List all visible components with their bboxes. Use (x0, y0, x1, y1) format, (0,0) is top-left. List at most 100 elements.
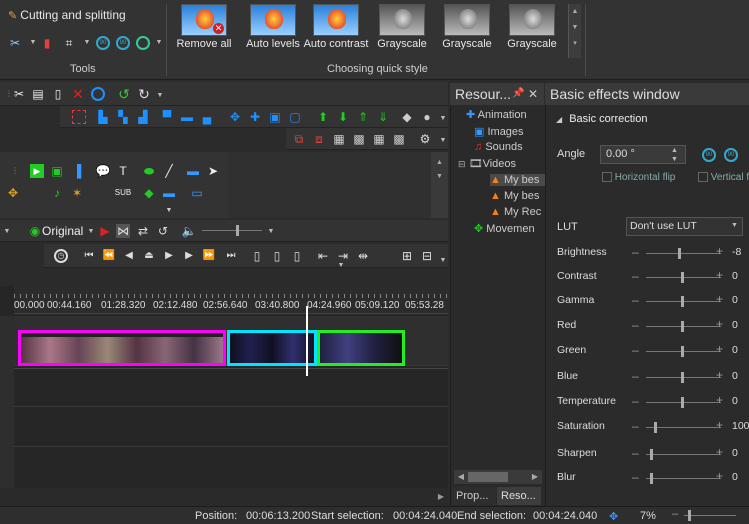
speech-icon[interactable]: 💬 (96, 164, 111, 178)
zoom-slider-thumb[interactable] (688, 510, 691, 521)
crop-icon[interactable]: ⌗ (62, 36, 76, 50)
prev-frame-icon[interactable]: ◀ (122, 249, 136, 263)
redo-icon[interactable]: ↻ (137, 87, 151, 101)
increase-icon[interactable]: + (716, 244, 723, 258)
dropdown-arrow-icon[interactable]: ▼ (152, 36, 166, 50)
effect-slider-thumb[interactable] (654, 422, 658, 433)
dropdown-arrow-icon[interactable]: ▼ (153, 89, 167, 103)
angle-input[interactable]: 0.00 ° ▲ ▼ (600, 145, 686, 164)
subtitle-icon[interactable]: SUB (115, 186, 131, 200)
increase-icon[interactable]: + (716, 268, 723, 282)
quick-style-grayscale-2[interactable]: Grayscale (436, 4, 498, 56)
play-red-icon[interactable]: ▶ (98, 224, 112, 238)
decrease-icon[interactable]: – (632, 318, 639, 332)
animation-icon[interactable]: ✶ (70, 186, 84, 200)
screen-icon[interactable]: ▬ (186, 164, 200, 178)
fit-icon[interactable]: ▣ (268, 110, 282, 124)
gallery-expand-icon[interactable]: ▾ (569, 36, 581, 52)
grid-3-icon[interactable]: ▦ (372, 132, 386, 146)
palette-scroll[interactable]: ▲ ▼ (431, 152, 448, 218)
select-all-icon[interactable] (72, 110, 86, 124)
zoom-out-icon[interactable]: – (672, 508, 678, 520)
rotate-right-icon[interactable]: 90 (724, 148, 738, 162)
tree-item-video-2[interactable]: ▲ My bes (490, 190, 539, 202)
fit-zoom-icon[interactable]: ✥ (609, 510, 618, 523)
cut-icon[interactable]: ✂ (12, 87, 26, 101)
timeline-clip-2[interactable] (227, 330, 317, 366)
effect-slider-thumb[interactable] (681, 296, 684, 307)
tab-resources[interactable]: Reso... (497, 487, 541, 505)
stretch-v-icon[interactable]: ✚ (248, 110, 262, 124)
collapse-arrow-icon[interactable]: ◢ (556, 115, 562, 124)
lut-select[interactable]: Don't use LUT ▼ (626, 217, 743, 236)
cutting-splitting-button[interactable]: ✎ Cutting and splitting (8, 8, 126, 22)
decrease-icon[interactable]: – (632, 446, 639, 460)
wrench-icon[interactable]: ✂ (8, 36, 22, 50)
vertical-flip-checkbox[interactable]: Vertical fl (698, 172, 749, 183)
gallery-up-icon[interactable]: ▲ (569, 4, 581, 20)
tree-item-movement[interactable]: ✥ Movemen (474, 222, 535, 235)
playhead[interactable] (306, 306, 308, 376)
effect-slider-thumb[interactable] (649, 473, 653, 484)
tree-item-animation[interactable]: ✚ Animation (466, 108, 527, 121)
play-icon[interactable]: ▶ (162, 249, 176, 263)
rotate-right-icon[interactable]: 90 (116, 36, 130, 50)
decrease-icon[interactable]: – (632, 293, 639, 307)
align-top-icon[interactable]: ▀ (160, 110, 174, 124)
gear-icon[interactable]: ⚙ (418, 132, 432, 146)
pin-icon[interactable]: 📌 (512, 83, 524, 105)
clip-icon[interactable]: ▮ (40, 36, 54, 50)
freeform-icon[interactable]: ◆ (142, 186, 156, 200)
pointer-icon[interactable]: ➤ (206, 164, 220, 178)
move-top-icon[interactable]: ⇑ (356, 110, 370, 124)
effect-slider-track[interactable] (646, 478, 721, 479)
increase-icon[interactable]: + (716, 469, 723, 483)
effect-slider-thumb[interactable] (677, 248, 681, 259)
last-frame-icon[interactable]: ⏭ (224, 249, 238, 263)
align-center-icon[interactable]: ▚ (116, 110, 130, 124)
group-icon[interactable]: ● (420, 110, 434, 124)
dropdown-arrow-icon[interactable]: ▼ (436, 112, 450, 126)
collapse-icon[interactable]: ⊟ (458, 159, 466, 169)
increase-icon[interactable]: + (716, 342, 723, 356)
next-frame-icon[interactable]: ▶ (182, 249, 196, 263)
quick-style-remove-all[interactable]: ✕ Remove all (173, 4, 235, 56)
zoom-out-icon[interactable]: ⊟ (420, 249, 434, 263)
palette-down-icon[interactable]: ▼ (431, 170, 448, 184)
effect-slider-thumb[interactable] (681, 397, 684, 408)
rotate-left-icon[interactable]: 90 (702, 148, 716, 162)
quick-style-grayscale-3[interactable]: Grayscale (501, 4, 563, 56)
fill-icon[interactable]: ▢ (288, 110, 302, 124)
dropdown-arrow-icon[interactable]: ▼ (80, 36, 94, 50)
resources-hscroll[interactable]: ◀ ▶ (454, 470, 542, 484)
decrease-icon[interactable]: – (632, 470, 639, 484)
decrease-icon[interactable]: – (632, 343, 639, 357)
dropdown-arrow-icon[interactable]: ▼ (436, 134, 450, 148)
view-mode-select[interactable]: Original (42, 224, 83, 238)
marker-icon[interactable]: ▯ (250, 249, 264, 263)
grid-2-icon[interactable]: ▩ (352, 132, 366, 146)
effect-slider-thumb[interactable] (649, 449, 653, 460)
scroll-left-icon[interactable]: ◀ (454, 470, 468, 484)
record-icon[interactable] (91, 87, 105, 101)
timeline-clip-1[interactable] (18, 330, 226, 366)
decrease-icon[interactable]: – (632, 419, 639, 433)
timeline-hscroll[interactable]: ▶ (0, 488, 448, 506)
increase-icon[interactable]: + (716, 445, 723, 459)
grid-icon[interactable]: ▦ (332, 132, 346, 146)
scroll-thumb[interactable] (468, 472, 508, 482)
effect-slider-thumb[interactable] (681, 272, 684, 283)
chart-icon[interactable]: ▐ (70, 164, 84, 178)
copy-icon[interactable]: ▤ (31, 87, 45, 101)
align-bottom-icon[interactable]: ▄ (200, 110, 214, 124)
align-right-icon[interactable]: ▟ (136, 110, 150, 124)
cut-range-icon[interactable]: ⇹ (356, 249, 370, 263)
arrow-down-icon[interactable]: ⬇ (336, 110, 350, 124)
move-bottom-icon[interactable]: ⇓ (376, 110, 390, 124)
rotate-left-icon[interactable]: 90 (96, 36, 110, 50)
dropdown-arrow-icon[interactable]: ▼ (436, 254, 450, 268)
loop-icon[interactable]: ⇄ (136, 224, 150, 238)
align-middle-icon[interactable]: ▬ (180, 110, 194, 124)
align-left-icon[interactable]: ▙ (96, 110, 110, 124)
tree-item-videos[interactable]: ⊟ 🎞Videos (458, 157, 516, 170)
